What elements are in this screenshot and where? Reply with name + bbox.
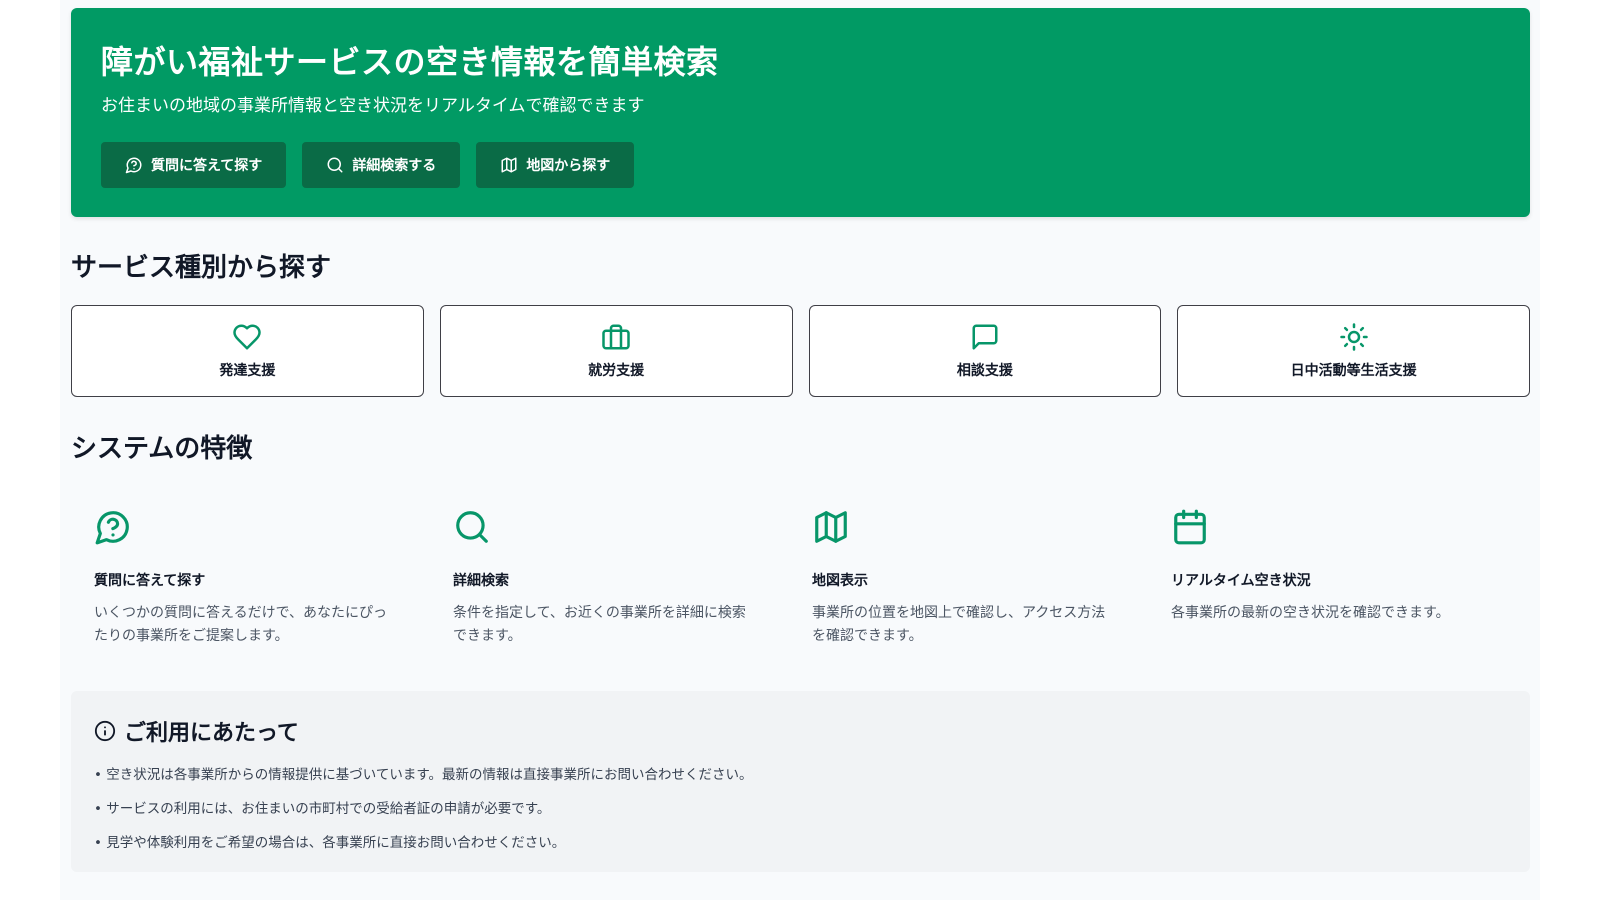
search-icon: [456, 511, 488, 543]
page: 障がい福祉サービスの空き情報を簡単検索 お住まいの地域の事業所情報と空き状況をリ…: [60, 0, 1540, 900]
service-card-employment[interactable]: 就労支援: [439, 305, 793, 397]
notice-item: 見学や体験利用をご希望の場合は、各事業所に直接お問い合わせください。: [94, 833, 1507, 853]
feature-item: リアルタイム空き状況 各事業所の最新の空き状況を確認できます。: [1171, 508, 1530, 648]
feature-item: 質問に答えて探す いくつかの質問に答えるだけで、あなたにぴったりの事業所をご提案…: [94, 508, 453, 648]
usage-notice: ご利用にあたって 空き状況は各事業所からの情報提供に基づいています。最新の情報は…: [71, 691, 1530, 872]
feature-item: 地図表示 事業所の位置を地図上で確認し、アクセス方法を確認できます。: [812, 508, 1171, 648]
service-card-consultation[interactable]: 相談支援: [808, 305, 1162, 397]
notice-item: 空き状況は各事業所からの情報提供に基づいています。最新の情報は直接事業所にお問い…: [94, 765, 1507, 785]
hero-banner: 障がい福祉サービスの空き情報を簡単検索 お住まいの地域の事業所情報と空き状況をリ…: [71, 8, 1530, 217]
map-icon: [501, 157, 517, 173]
info-icon: [94, 720, 116, 742]
feature-list: 質問に答えて探す いくつかの質問に答えるだけで、あなたにぴったりの事業所をご提案…: [94, 508, 1530, 648]
feature-description: 各事業所の最新の空き状況を確認できます。: [1171, 605, 1450, 621]
map-search-label: 地図から探す: [526, 158, 611, 174]
service-type-list: 発達支援 就労支援 相談支援 日中活動等生活支援: [71, 305, 1530, 397]
service-card-label: 就労支援: [588, 363, 645, 379]
feature-title: 詳細検索: [453, 573, 509, 589]
map-search-button[interactable]: 地図から探す: [476, 142, 635, 188]
feature-item: 詳細検索 条件を指定して、お近くの事業所を詳細に検索できます。: [453, 508, 812, 648]
service-card-daytime-activity[interactable]: 日中活動等生活支援: [1177, 305, 1530, 397]
feature-title: 地図表示: [812, 573, 868, 589]
features-section-title: システムの特徴: [71, 434, 253, 464]
hero-buttons: 質問に答えて探す 詳細検索する 地図から探す: [101, 142, 1500, 188]
feature-title: 質問に答えて探す: [94, 573, 206, 589]
service-card-label: 日中活動等生活支援: [1290, 363, 1417, 379]
feature-description: 事業所の位置を地図上で確認し、アクセス方法を確認できます。: [812, 605, 1106, 644]
question-icon: [95, 511, 129, 545]
services-section-title: サービス種別から探す: [71, 253, 332, 283]
service-card-label: 相談支援: [956, 363, 1013, 379]
question-search-button[interactable]: 質問に答えて探す: [101, 142, 287, 188]
map-icon: [815, 511, 847, 543]
service-card-development[interactable]: 発達支援: [71, 305, 424, 397]
notice-header: ご利用にあたって: [94, 715, 1507, 747]
question-icon: [125, 157, 142, 174]
detail-search-label: 詳細検索する: [352, 158, 437, 174]
calendar-icon: [1174, 509, 1206, 545]
message-icon: [972, 324, 998, 350]
search-icon: [327, 157, 343, 173]
feature-description: いくつかの質問に答えるだけで、あなたにぴったりの事業所をご提案します。: [94, 605, 388, 644]
question-search-label: 質問に答えて探す: [151, 158, 263, 174]
feature-title: リアルタイム空き状況: [1171, 573, 1311, 589]
notice-list: 空き状況は各事業所からの情報提供に基づいています。最新の情報は直接事業所にお問い…: [94, 765, 1507, 853]
briefcase-icon: [602, 324, 630, 350]
notice-title: ご利用にあたって: [124, 721, 299, 746]
heart-icon: [233, 324, 262, 350]
feature-description: 条件を指定して、お近くの事業所を詳細に検索できます。: [453, 605, 746, 644]
detail-search-button[interactable]: 詳細検索する: [302, 142, 461, 188]
service-card-label: 発達支援: [219, 363, 276, 379]
hero-subtitle: お住まいの地域の事業所情報と空き状況をリアルタイムで確認できます: [101, 96, 645, 116]
sun-icon: [1339, 323, 1368, 351]
notice-item: サービスの利用には、お住まいの市町村での受給者証の申請が必要です。: [94, 799, 1507, 819]
hero-title: 障がい福祉サービスの空き情報を簡単検索: [101, 43, 719, 81]
